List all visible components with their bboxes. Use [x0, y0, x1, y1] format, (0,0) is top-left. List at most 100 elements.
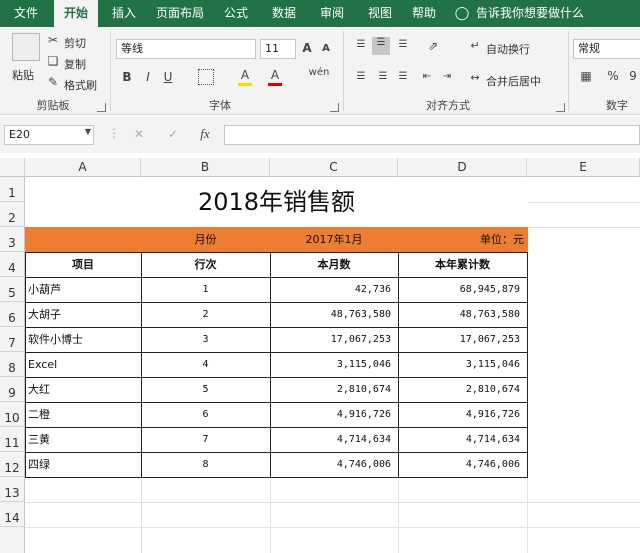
sheet-title[interactable]: 2018年销售额 [25, 177, 528, 227]
tab-formulas[interactable]: 公式 [216, 0, 256, 27]
paste-button[interactable]: 粘贴 [12, 67, 34, 83]
row-header[interactable]: 11 [0, 427, 25, 452]
month-amount-cell[interactable]: 3,115,046 [271, 353, 397, 377]
font-name-select[interactable]: 等线 [116, 39, 256, 59]
format-painter-button[interactable]: 格式刷 [64, 77, 97, 93]
column-header-b[interactable]: B [141, 158, 270, 177]
row-header[interactable]: 12 [0, 452, 25, 477]
ytd-amount-cell[interactable]: 4,746,006 [399, 453, 526, 477]
line-no-cell[interactable]: 7 [142, 428, 269, 452]
month-amount-cell[interactable]: 4,714,634 [271, 428, 397, 452]
border-icon[interactable] [198, 69, 214, 85]
month-amount-cell[interactable]: 4,916,726 [271, 403, 397, 427]
row-header[interactable]: 8 [0, 352, 25, 377]
line-no-cell[interactable]: 1 [142, 278, 269, 302]
row-header[interactable]: 5 [0, 277, 25, 302]
column-header-a[interactable]: A [25, 158, 141, 177]
enter-icon[interactable]: ✓ [166, 127, 180, 141]
line-no-cell[interactable]: 6 [142, 403, 269, 427]
month-amount-cell[interactable]: 2,810,674 [271, 378, 397, 402]
tab-home[interactable]: 开始 [54, 0, 98, 27]
align-middle-icon[interactable]: ☰ [372, 37, 390, 55]
row-header[interactable]: 6 [0, 302, 25, 327]
row-header[interactable]: 2 [0, 202, 25, 227]
alignment-launcher-icon[interactable] [556, 103, 565, 112]
name-box-dropdown-icon[interactable]: ▼ [84, 127, 92, 136]
item-cell[interactable]: 三黄 [26, 428, 140, 452]
item-cell[interactable]: 二橙 [26, 403, 140, 427]
ytd-amount-cell[interactable]: 48,763,580 [399, 303, 526, 327]
select-all-corner[interactable] [0, 158, 25, 177]
number-format-select[interactable]: 常规 [573, 39, 640, 59]
clipboard-launcher-icon[interactable] [97, 103, 106, 112]
line-no-cell[interactable]: 4 [142, 353, 269, 377]
underline-button[interactable]: U [162, 70, 174, 84]
ytd-amount-cell[interactable]: 68,945,879 [399, 278, 526, 302]
increase-indent-icon[interactable]: ⇥ [440, 71, 454, 82]
ytd-amount-cell[interactable]: 4,916,726 [399, 403, 526, 427]
cancel-icon[interactable]: ✕ [132, 127, 146, 141]
merge-center-icon[interactable]: ↔ [468, 71, 482, 84]
row-header[interactable]: 13 [0, 477, 25, 502]
accounting-format-icon[interactable]: ▦ [578, 69, 594, 83]
column-title-ytd[interactable]: 本年累计数 [398, 252, 527, 277]
ytd-amount-cell[interactable]: 3,115,046 [399, 353, 526, 377]
column-title-item[interactable]: 项目 [25, 252, 141, 277]
item-cell[interactable]: 大胡子 [26, 303, 140, 327]
copy-icon[interactable]: ❏ [46, 54, 60, 68]
tab-help[interactable]: 帮助 [404, 0, 444, 27]
italic-button[interactable]: I [142, 70, 154, 84]
fill-color-icon[interactable]: A [238, 68, 252, 82]
font-color-icon[interactable]: A [268, 68, 282, 82]
scissors-icon[interactable]: ✂ [46, 33, 60, 47]
line-no-cell[interactable]: 2 [142, 303, 269, 327]
item-cell[interactable]: 软件小博士 [26, 328, 140, 352]
row-header[interactable]: 9 [0, 377, 25, 402]
item-cell[interactable]: 小葫芦 [26, 278, 140, 302]
unit-label[interactable]: 单位：元 [398, 227, 527, 252]
line-no-cell[interactable]: 5 [142, 378, 269, 402]
line-no-cell[interactable]: 3 [142, 328, 269, 352]
percent-style-button[interactable]: % [606, 69, 620, 83]
item-cell[interactable]: 四绿 [26, 453, 140, 477]
tab-review[interactable]: 审阅 [312, 0, 352, 27]
row-header[interactable]: 14 [0, 502, 25, 527]
merge-center-button[interactable]: 合并后居中 [486, 73, 541, 89]
column-title-month[interactable]: 本月数 [270, 252, 398, 277]
font-launcher-icon[interactable] [330, 103, 339, 112]
bold-button[interactable]: B [120, 70, 134, 84]
month-amount-cell[interactable]: 42,736 [271, 278, 397, 302]
orientation-icon[interactable]: ⇗ [424, 39, 442, 53]
column-header-c[interactable]: C [270, 158, 398, 177]
row-header[interactable]: 10 [0, 402, 25, 427]
insert-function-icon[interactable]: fx [197, 126, 213, 142]
align-left-icon[interactable]: ☰ [354, 71, 368, 82]
row-header[interactable]: 4 [0, 252, 25, 277]
item-cell[interactable]: Excel [26, 353, 140, 377]
phonetic-icon[interactable]: wén [308, 67, 330, 78]
paste-icon[interactable] [12, 33, 40, 61]
row-header[interactable]: 3 [0, 227, 25, 252]
line-no-cell[interactable]: 8 [142, 453, 269, 477]
align-center-icon[interactable]: ☰ [376, 71, 390, 82]
column-header-d[interactable]: D [398, 158, 527, 177]
ytd-amount-cell[interactable]: 4,714,634 [399, 428, 526, 452]
item-cell[interactable]: 大红 [26, 378, 140, 402]
month-label[interactable]: 月份 [141, 227, 270, 252]
ytd-amount-cell[interactable]: 17,067,253 [399, 328, 526, 352]
tab-file[interactable]: 文件 [4, 0, 48, 27]
shrink-font-icon[interactable]: A [320, 43, 332, 54]
column-title-line-no[interactable]: 行次 [141, 252, 270, 277]
row-header[interactable] [0, 527, 25, 553]
tab-insert[interactable]: 插入 [104, 0, 144, 27]
wrap-text-button[interactable]: 自动换行 [486, 41, 530, 57]
month-amount-cell[interactable]: 48,763,580 [271, 303, 397, 327]
formula-input[interactable] [224, 125, 640, 145]
decrease-indent-icon[interactable]: ⇤ [420, 71, 434, 82]
comma-style-button[interactable]: 9 [626, 69, 640, 83]
name-box[interactable]: E20 [4, 125, 94, 145]
align-bottom-icon[interactable]: ☰ [396, 39, 410, 50]
align-top-icon[interactable]: ☰ [354, 39, 368, 50]
wrap-text-icon[interactable]: ↵ [468, 39, 482, 52]
tell-me-search[interactable]: 告诉我你想要做什么 [476, 0, 596, 27]
